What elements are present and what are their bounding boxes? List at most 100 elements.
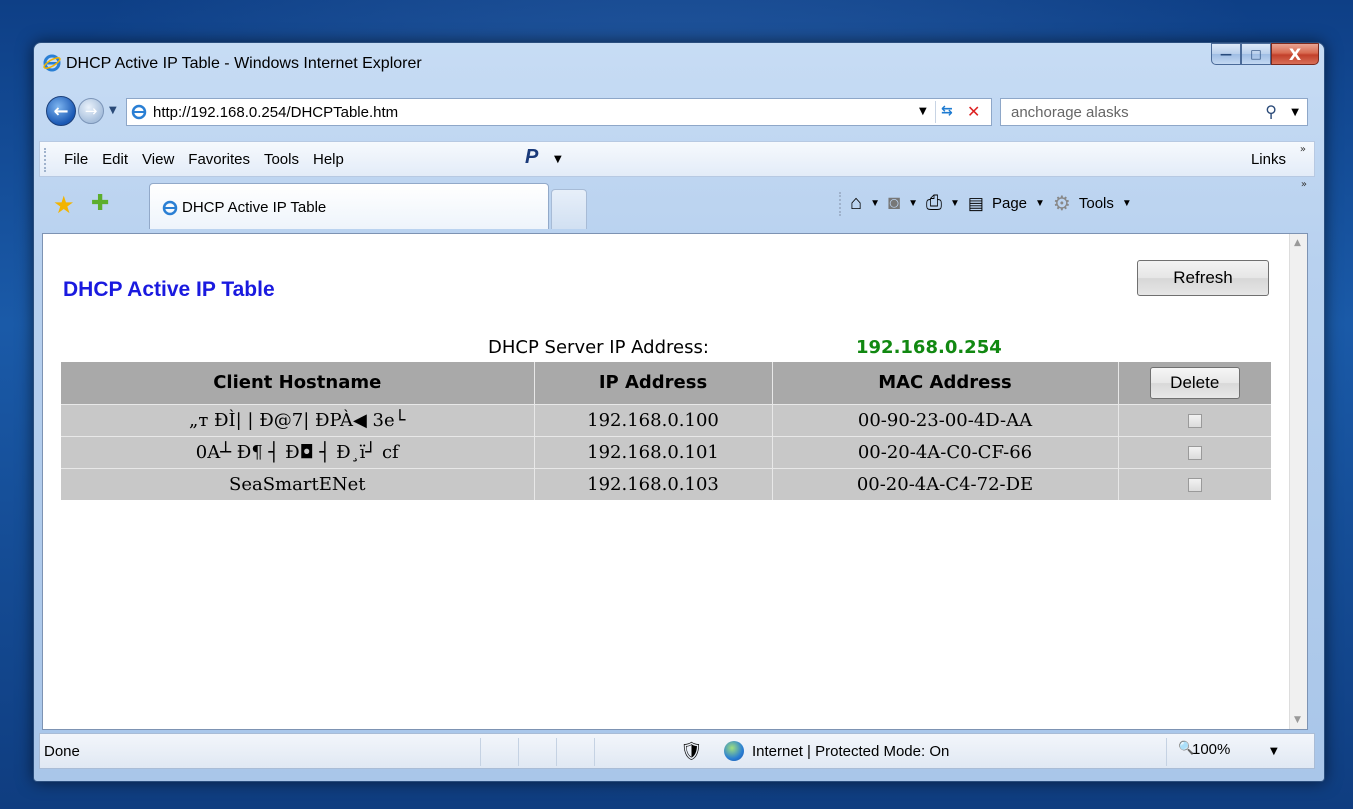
address-bar-row: ← → ▼ http://192.168.0.254/DHCPTable.htm… (34, 93, 1324, 129)
divider (556, 738, 557, 766)
mac-cell: 00-90-23-00-4D-AA (772, 403, 1119, 436)
home-dropdown-icon[interactable]: ▼ (870, 198, 880, 209)
menu-favorites[interactable]: Favorites (188, 151, 250, 168)
server-ip-value: 192.168.0.254 (856, 337, 1002, 358)
address-bar[interactable]: http://192.168.0.254/DHCPTable.htm ▼ ⇆ ✕ (126, 98, 992, 126)
table-header-row: Client Hostname IP Address MAC Address D… (61, 362, 1271, 404)
row-delete-checkbox[interactable] (1187, 413, 1202, 428)
protected-mode-shield-icon[interactable]: 🛡 (680, 741, 703, 762)
new-tab-button[interactable] (551, 189, 587, 229)
window-controls: — □ X (1211, 43, 1319, 65)
menu-bar: File Edit View Favorites Tools Help P ▼ … (39, 141, 1315, 177)
home-icon[interactable]: ⌂ (850, 192, 862, 215)
refresh-button[interactable]: Refresh (1137, 260, 1269, 296)
tools-menu-button[interactable]: Tools (1079, 195, 1114, 212)
toolbar-grip[interactable] (44, 148, 47, 172)
stop-icon[interactable]: ✕ (967, 102, 980, 121)
close-button[interactable]: X (1271, 43, 1319, 65)
tab-ie-icon (162, 200, 178, 216)
tools-dropdown-icon[interactable]: ▼ (1122, 198, 1132, 209)
security-zone-text[interactable]: Internet | Protected Mode: On (752, 743, 949, 760)
scroll-up-arrow-icon[interactable]: ▲ (1294, 238, 1301, 248)
vertical-scrollbar[interactable]: ▲ ▼ (1289, 234, 1307, 729)
print-dropdown-icon[interactable]: ▼ (950, 198, 960, 209)
tab-row: ★ ✚ DHCP Active IP Table ⌂ ▼ ◙ ▼ ⎙ ▼ ▤ P… (39, 177, 1315, 229)
ip-cell: 192.168.0.101 (534, 435, 773, 468)
ip-cell: 192.168.0.103 (534, 467, 773, 500)
paypal-icon[interactable]: P (525, 146, 538, 169)
history-dropdown-icon[interactable]: ▼ (109, 105, 117, 116)
page-dropdown-icon[interactable]: ▼ (1035, 198, 1045, 209)
table-row: „т ÐÌ| | Ð@7| ÐPÀ◀ 3e└ 192.168.0.100 00-… (61, 403, 1271, 436)
zoom-level[interactable]: 100% (1192, 741, 1230, 758)
column-header-delete: Delete (1118, 362, 1271, 404)
favorites-star-icon[interactable]: ★ (53, 191, 75, 219)
chevron-icon[interactable]: » (1300, 144, 1306, 155)
maximize-button[interactable]: □ (1241, 43, 1271, 65)
rss-feed-icon[interactable]: ◙ (888, 192, 900, 215)
menu-edit[interactable]: Edit (102, 151, 128, 168)
mac-cell: 00-20-4A-C4-72-DE (772, 467, 1119, 500)
divider (1166, 738, 1167, 766)
refresh-icon[interactable]: ⇆ (941, 103, 953, 119)
page-content: DHCP Active IP Table Refresh DHCP Server… (42, 233, 1308, 730)
toolbar-grip[interactable] (839, 191, 842, 216)
delete-cell (1118, 403, 1271, 436)
table-row: 0A┴ Ð¶ ┤ Ð◘ ┤ Ð¸ï┘ cf 192.168.0.101 00-2… (61, 435, 1271, 468)
row-delete-checkbox[interactable] (1187, 477, 1202, 492)
row-delete-checkbox[interactable] (1187, 445, 1202, 460)
status-bar: Done 🛡 Internet | Protected Mode: On 🔍 1… (39, 733, 1315, 769)
page-menu-button[interactable]: Page (992, 195, 1027, 212)
menu-tools[interactable]: Tools (264, 151, 299, 168)
links-button[interactable]: Links (1251, 151, 1286, 168)
table-row: SeaSmartENet 192.168.0.103 00-20-4A-C4-7… (61, 467, 1271, 500)
tab-label: DHCP Active IP Table (182, 199, 327, 216)
url-dropdown-icon[interactable]: ▼ (919, 106, 927, 117)
internet-zone-globe-icon (724, 741, 744, 761)
delete-button[interactable]: Delete (1149, 366, 1240, 399)
mac-cell: 00-20-4A-C0-CF-66 (772, 435, 1119, 468)
menu-items: File Edit View Favorites Tools Help (64, 151, 344, 168)
divider (935, 101, 936, 123)
window-title: DHCP Active IP Table - Windows Internet … (66, 55, 422, 72)
title-bar: DHCP Active IP Table - Windows Internet … (34, 43, 1324, 81)
url-input[interactable]: http://192.168.0.254/DHCPTable.htm (153, 104, 398, 121)
search-icon[interactable]: ⚲ (1265, 102, 1277, 121)
add-favorites-icon[interactable]: ✚ (91, 191, 109, 216)
server-ip-label: DHCP Server IP Address: (488, 337, 709, 358)
ip-cell: 192.168.0.100 (534, 403, 773, 436)
hostname-cell: 0A┴ Ð¶ ┤ Ð◘ ┤ Ð¸ï┘ cf (61, 435, 535, 468)
tools-gear-icon[interactable]: ⚙ (1053, 191, 1071, 216)
status-text: Done (44, 743, 80, 760)
chevron-icon[interactable]: » (1301, 179, 1307, 190)
delete-cell (1118, 435, 1271, 468)
print-icon[interactable]: ⎙ (926, 192, 942, 215)
divider (594, 738, 595, 766)
page-title: DHCP Active IP Table (63, 278, 275, 301)
ie-window: DHCP Active IP Table - Windows Internet … (33, 42, 1325, 782)
menu-file[interactable]: File (64, 151, 88, 168)
delete-cell (1118, 467, 1271, 500)
menu-view[interactable]: View (142, 151, 174, 168)
ie-logo-icon (43, 54, 61, 72)
search-input[interactable]: anchorage alasks (1011, 104, 1129, 121)
feed-dropdown-icon[interactable]: ▼ (908, 198, 918, 209)
forward-button[interactable]: → (78, 98, 104, 124)
divider (518, 738, 519, 766)
divider (480, 738, 481, 766)
column-header-mac: MAC Address (772, 362, 1119, 404)
scroll-down-arrow-icon[interactable]: ▼ (1294, 715, 1301, 725)
back-button[interactable]: ← (46, 96, 76, 126)
page-icon[interactable]: ▤ (968, 194, 984, 214)
search-dropdown-icon[interactable]: ▼ (1291, 107, 1299, 118)
command-bar: ⌂ ▼ ◙ ▼ ⎙ ▼ ▤ Page ▼ ⚙ Tools ▼ (839, 191, 1132, 216)
paypal-dropdown-icon[interactable]: ▼ (554, 154, 562, 165)
hostname-cell: SeaSmartENet (61, 467, 535, 500)
tab-dhcp-table[interactable]: DHCP Active IP Table (149, 183, 549, 229)
column-header-ip: IP Address (534, 362, 773, 404)
menu-help[interactable]: Help (313, 151, 344, 168)
minimize-button[interactable]: — (1211, 43, 1241, 65)
zoom-dropdown-icon[interactable]: ▼ (1270, 746, 1278, 757)
search-box[interactable]: anchorage alasks ⚲ ▼ (1000, 98, 1308, 126)
hostname-cell: „т ÐÌ| | Ð@7| ÐPÀ◀ 3e└ (61, 403, 535, 436)
